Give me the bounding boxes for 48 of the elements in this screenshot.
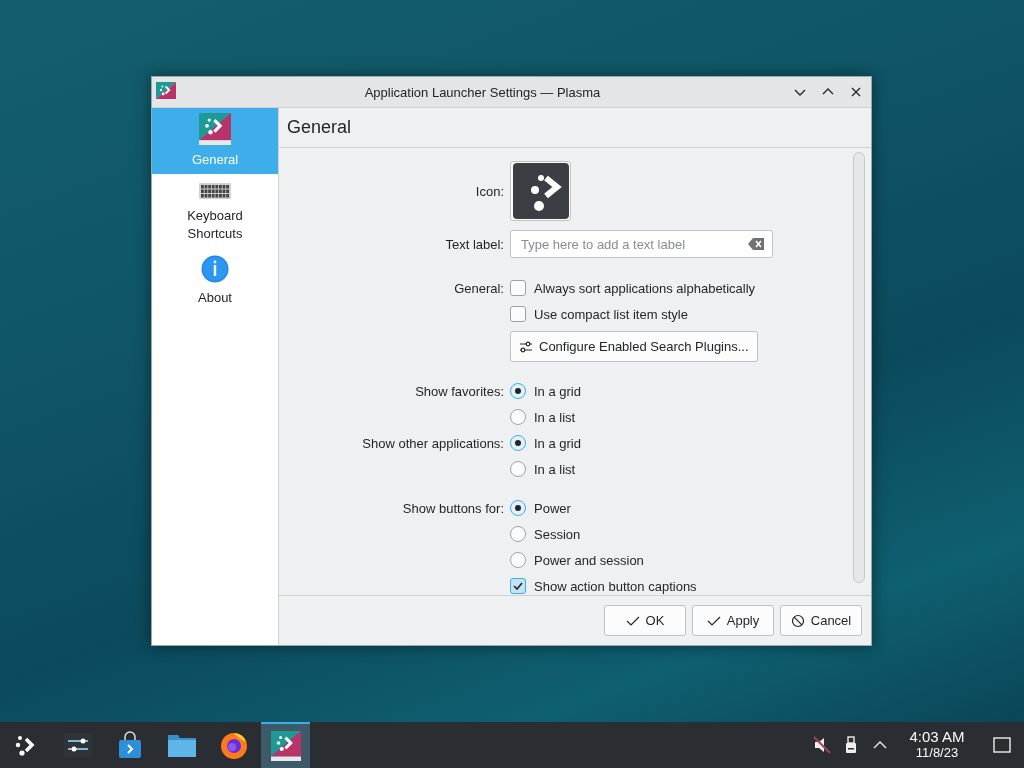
icon-picker-button[interactable] [510,161,571,221]
folder-icon[interactable] [166,732,197,758]
sidebar-item[interactable]: Keyboard Shortcuts [152,176,278,248]
sliders-icon [519,340,533,353]
radio-option[interactable]: In a grid [510,435,853,451]
checkbox-option[interactable]: Show action button captions [510,578,853,594]
close-icon [850,86,862,98]
taskbar-item[interactable] [261,722,310,768]
form-label: General: [454,280,504,296]
page-title: General [287,117,352,138]
clock-time: 4:03 AM [909,729,965,745]
sliders-icon[interactable] [63,733,92,757]
cancel-icon [790,613,805,628]
keyboard-icon [199,181,231,201]
radio-option[interactable]: Power and session [510,552,853,568]
launcher-icon [512,163,569,219]
clock[interactable]: 4:03 AM 11/8/23 [894,722,980,768]
text-label-field[interactable]: Type here to add a text label [510,230,773,258]
radio-option[interactable]: In a grid [510,383,853,399]
radio-option[interactable]: Power [510,500,853,516]
ok-button[interactable]: OK [604,605,686,636]
clock-date: 11/8/23 [915,745,959,761]
checkmark-icon [512,580,524,592]
sidebar-item[interactable]: About [152,250,278,312]
show-desktop-icon[interactable] [993,737,1011,753]
apply-button[interactable]: Apply [692,605,774,636]
browser-icon[interactable] [218,730,249,760]
form-label: Text label: [445,236,504,252]
form-label: Show buttons for: [402,500,504,516]
info-icon [201,255,229,283]
radio-option[interactable]: Session [510,526,853,542]
form-label: Show favorites: [415,383,504,399]
checkbox-option[interactable]: Use compact list item style [510,306,853,322]
radio-option[interactable]: In a list [510,461,853,477]
shopping-bag-icon[interactable] [116,731,143,759]
clear-icon[interactable] [747,237,765,251]
launcher-icon [270,731,301,761]
radio-option[interactable]: In a list [510,409,853,425]
cancel-button[interactable]: Cancel [780,605,862,636]
form-label: Icon: [475,183,504,199]
checkbox-option[interactable]: Always sort applications alphabetically [510,280,853,296]
muted-speaker-icon[interactable] [812,736,831,754]
usb-icon[interactable] [844,736,857,754]
window-title: Application Launcher Settings — Plasma [363,84,602,100]
launcher-icon [199,113,231,145]
configure-plugins-button[interactable]: Configure Enabled Search Plugins... [510,331,758,362]
form-label: Show other applications: [362,435,504,451]
launcher-icon [156,82,176,102]
